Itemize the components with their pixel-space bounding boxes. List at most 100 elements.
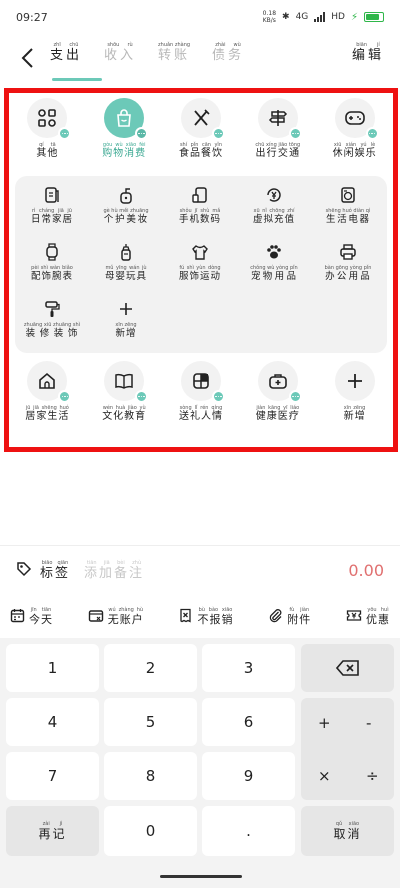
more-dot-icon — [288, 390, 302, 403]
subcategory-appliances[interactable]: 生活电器shēng huó diàn qì — [311, 184, 385, 225]
coupon-icon — [346, 608, 362, 627]
plus-key[interactable]: + — [318, 714, 331, 732]
key-2[interactable]: 2 — [104, 644, 197, 692]
attachment-option[interactable]: 附件fù jiàn — [268, 607, 311, 627]
paperclip-icon — [268, 608, 283, 627]
discount-option[interactable]: 优惠yōu huì — [346, 607, 390, 627]
category-other[interactable]: 其他qí tā — [9, 98, 86, 159]
subcategory-accessories[interactable]: 配饰腕表pèi shì wàn biǎo — [15, 241, 89, 282]
subcategory-office[interactable]: 办公用品bàn gōng yòng pǐn — [311, 241, 385, 282]
key-9[interactable]: 9 — [202, 752, 295, 800]
tab-income[interactable]: 收入shōu rù — [104, 42, 136, 63]
date-option[interactable]: 今天jīn tiān — [10, 607, 53, 627]
paint-roller-icon — [41, 298, 63, 320]
fork-knife-icon — [180, 98, 225, 140]
key-dot[interactable]: . — [202, 806, 295, 856]
subcategory-daily-home[interactable]: 日常家居rì cháng jiā jū — [15, 184, 89, 225]
shirt-icon — [189, 241, 211, 263]
category-row-2: 居家生活jū jiā shēng huó 文化教育wén huà jiào yù… — [9, 361, 393, 422]
category-health[interactable]: 健康医疗jiàn kāng yī liáo — [239, 361, 316, 422]
subcategory-row: 日常家居rì cháng jiā jū 个护美妆gè hù měi zhuāng… — [15, 184, 387, 225]
key-7[interactable]: 7 — [6, 752, 99, 800]
key-1[interactable]: 1 — [6, 644, 99, 692]
net-speed: 0.18 KB/s — [262, 10, 277, 24]
subcategory-renovation[interactable]: 装修装饰zhuāng xiū zhuāng shì — [15, 298, 89, 339]
more-dot-icon — [211, 390, 225, 403]
subcategory-pet[interactable]: 宠物用品chǒng wù yòng pǐn — [237, 241, 311, 282]
tissue-icon — [41, 184, 63, 206]
gamepad-icon — [334, 98, 379, 140]
tag-icon[interactable] — [16, 561, 32, 581]
hd-badge: HD — [331, 12, 345, 22]
calendar-icon — [10, 608, 25, 627]
tab-transfer[interactable]: 转账zhuǎn zhàng — [158, 42, 190, 63]
backspace-icon — [335, 660, 359, 676]
more-dot-icon — [288, 127, 302, 140]
type-tabs: 支出zhī chū 收入shōu rù 转账zhuǎn zhàng 债务zhài… — [50, 42, 244, 63]
subcategory-baby-toys[interactable]: 母婴玩具mǔ yīng wán jù — [89, 241, 163, 282]
number-keypad: 1 2 3 4 5 6 7 8 9 + - × ÷ 再记zài jì 0 . 取… — [0, 638, 400, 888]
tab-expense[interactable]: 支出zhī chū — [50, 42, 82, 63]
signal-icon — [314, 12, 326, 22]
network-type: 4G — [295, 12, 309, 22]
subcategory-add-button[interactable]: 新增xīn zēng — [89, 298, 163, 339]
subcategory-personal-care[interactable]: 个护美妆gè hù měi zhuāng — [89, 184, 163, 225]
more-dot-icon — [135, 127, 149, 140]
backspace-key[interactable] — [301, 644, 394, 692]
medical-kit-icon — [257, 361, 302, 403]
more-dot-icon — [135, 390, 149, 403]
subcategory-clothing-sports[interactable]: 服饰运动fú shì yùn dòng — [163, 241, 237, 282]
record-again-button[interactable]: 再记zài jì — [6, 806, 99, 856]
operator-panel — [301, 698, 394, 800]
amount-display: 0.00 — [348, 561, 384, 580]
category-shopping[interactable]: 购物消费gòu wù xiāo fèi — [86, 98, 163, 159]
category-label: 其他qí tā — [36, 142, 59, 159]
key-4[interactable]: 4 — [6, 698, 99, 746]
note-input[interactable]: 添加备注tiān jiā bèi zhù — [84, 560, 348, 581]
edit-button[interactable]: 编辑biān jí — [352, 42, 384, 63]
charging-icon: ⚡ — [350, 11, 358, 23]
key-3[interactable]: 3 — [202, 644, 295, 692]
subcategory-virtual-recharge[interactable]: 虚拟充值xū nǐ chōng zhí — [237, 184, 311, 225]
category-transport[interactable]: 出行交通chū xíng jiāo tōng — [239, 98, 316, 159]
baby-bottle-icon — [115, 241, 137, 263]
account-option[interactable]: 无账户wú zhàng hù — [88, 607, 144, 627]
chevron-left-icon — [21, 48, 33, 68]
signpost-icon — [257, 98, 302, 140]
back-button[interactable] — [12, 40, 42, 76]
washer-icon — [337, 184, 359, 206]
key-6[interactable]: 6 — [202, 698, 295, 746]
category-row-1: 其他qí tā 购物消费gòu wù xiāo fèi 食品餐饮shí pǐn … — [9, 98, 393, 159]
house-icon — [27, 361, 72, 403]
category-home-living[interactable]: 居家生活jū jiā shēng huó — [9, 361, 86, 422]
category-gifts[interactable]: 送礼人情sòng lǐ rén qíng — [163, 361, 240, 422]
plus-icon — [334, 361, 375, 401]
key-5[interactable]: 5 — [104, 698, 197, 746]
status-indicators: 0.18 KB/s ✱ 4G HD ⚡ — [263, 10, 384, 24]
category-education[interactable]: 文化教育wén huà jiào yù — [86, 361, 163, 422]
key-0[interactable]: 0 — [104, 806, 197, 856]
subcategory-phone-digital[interactable]: 手机数码shǒu jī shù mǎ — [163, 184, 237, 225]
subcategory-row: 装修装饰zhuāng xiū zhuāng shì 新增xīn zēng — [15, 298, 387, 339]
tag-button[interactable]: 标签biāo qiān — [40, 560, 70, 581]
more-dot-icon — [365, 127, 379, 140]
category-panel: 其他qí tā 购物消费gòu wù xiāo fèi 食品餐饮shí pǐn … — [4, 88, 398, 452]
status-time: 09:27 — [16, 10, 48, 24]
cancel-button[interactable]: 取消qǔ xiāo — [301, 806, 394, 856]
category-label: 休闲娱乐xiū xián yú lè — [332, 142, 377, 159]
category-food[interactable]: 食品餐饮shí pǐn cān yǐn — [163, 98, 240, 159]
battery-icon — [364, 12, 384, 22]
category-add-button[interactable]: 新增xīn zēng — [316, 361, 393, 422]
multiply-key[interactable]: × — [318, 767, 331, 785]
phone-icon — [189, 184, 211, 206]
minus-key[interactable]: - — [366, 714, 371, 732]
plus-icon — [115, 298, 137, 320]
reimburse-option[interactable]: 不报销bù bào xiāo — [179, 607, 234, 627]
category-leisure[interactable]: 休闲娱乐xiū xián yú lè — [316, 98, 393, 159]
divide-key[interactable]: ÷ — [366, 767, 379, 785]
key-8[interactable]: 8 — [104, 752, 197, 800]
category-label: 购物消费gòu wù xiāo fèi — [102, 142, 147, 159]
tab-debt[interactable]: 债务zhài wù — [212, 42, 244, 63]
active-tab-underline — [52, 78, 102, 81]
category-label: 出行交通chū xíng jiāo tōng — [255, 142, 301, 159]
